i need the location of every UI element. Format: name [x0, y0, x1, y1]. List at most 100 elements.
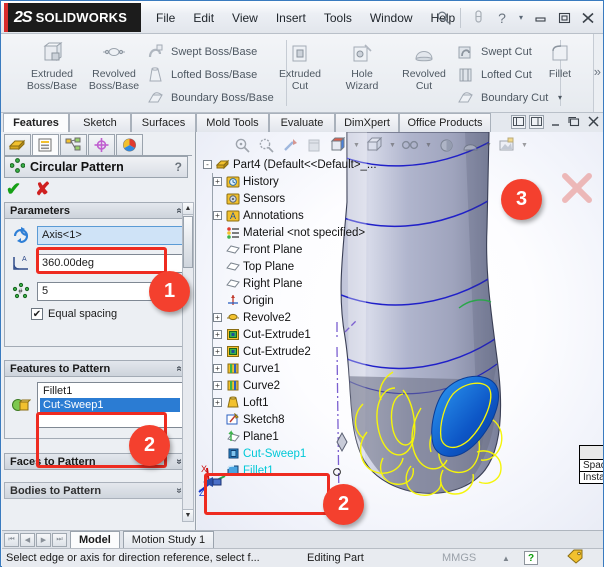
list-item[interactable]: Fillet1 — [40, 384, 180, 398]
section-view-icon[interactable] — [303, 135, 325, 155]
tree-root-node[interactable]: - Part4 (Default<<Default>_... — [203, 156, 418, 173]
instances-field[interactable]: 5 — [37, 281, 165, 301]
extruded-cut-button[interactable]: Extruded Cut — [269, 36, 331, 92]
doc-close-button[interactable] — [585, 114, 601, 129]
zoom-to-area-icon[interactable] — [255, 135, 277, 155]
tree-node-origin[interactable]: Origin — [213, 292, 418, 309]
expander-icon[interactable]: + — [213, 347, 222, 356]
feature-manager-tab[interactable] — [4, 134, 31, 156]
pin-icon[interactable] — [467, 7, 489, 29]
extruded-boss-base-button[interactable]: Extruded Boss/Base — [21, 36, 83, 92]
display-manager-tab[interactable] — [116, 134, 143, 156]
tab-motion-study-1[interactable]: Motion Study 1 — [122, 531, 215, 548]
view-settings-icon[interactable] — [495, 135, 517, 155]
close-button[interactable] — [577, 8, 599, 28]
tag-icon[interactable] — [567, 549, 584, 567]
split-vertical-icon[interactable] — [529, 114, 544, 129]
apply-scene-icon[interactable] — [459, 135, 481, 155]
tree-node-cut-extrude2[interactable]: + Cut-Extrude2 — [213, 343, 418, 360]
tree-node-curve1[interactable]: + Curve1 — [213, 360, 418, 377]
tab-model[interactable]: Model — [70, 531, 120, 548]
swept-boss-base-button[interactable]: Swept Boss/Base — [145, 42, 280, 62]
scrollbar-thumb[interactable] — [183, 216, 193, 268]
fillet-dropdown-chevron[interactable]: ▾ — [537, 92, 583, 104]
list-item[interactable]: Cut-Sweep1 — [40, 398, 180, 412]
ribbon-overflow-button[interactable]: » — [594, 64, 601, 79]
edit-appearance-icon[interactable] — [435, 135, 457, 155]
expander-icon[interactable]: + — [213, 330, 222, 339]
ok-button[interactable]: ✔ — [6, 180, 21, 198]
lofted-boss-base-button[interactable]: Lofted Boss/Base — [145, 65, 280, 85]
search-magnifier-icon[interactable] — [432, 7, 454, 29]
features-to-pattern-listbox[interactable]: Fillet1 Cut-Sweep1 — [37, 382, 183, 428]
doc-restore-button[interactable] — [566, 114, 582, 129]
tree-node-top-plane[interactable]: Top Plane — [213, 258, 418, 275]
tree-node-plane1[interactable]: Plane1 — [213, 428, 418, 445]
prev-tab-button[interactable]: ◀ — [20, 532, 35, 547]
restore-button[interactable] — [553, 8, 575, 28]
expander-icon[interactable]: - — [203, 160, 212, 169]
tree-node-sensors[interactable]: Sensors — [213, 190, 418, 207]
next-tab-button[interactable]: ▶ — [36, 532, 51, 547]
last-tab-button[interactable]: ⏭ — [52, 532, 67, 547]
property-manager-tab[interactable] — [32, 134, 59, 156]
angle-field[interactable]: 360.00deg — [37, 253, 183, 273]
chevron-down-icon[interactable]: ▾ — [515, 7, 527, 29]
tree-node-revolve2[interactable]: + Revolve2 — [213, 309, 418, 326]
bodies-to-pattern-header[interactable]: Bodies to Pattern » — [4, 482, 188, 499]
expander-icon[interactable]: + — [213, 381, 222, 390]
help-question-icon[interactable]: ? — [491, 7, 513, 29]
tree-node-curve2[interactable]: + Curve2 — [213, 377, 418, 394]
tab-dimxpert[interactable]: DimXpert — [335, 113, 399, 132]
tab-office-products[interactable]: Office Products — [399, 113, 491, 132]
menu-window[interactable]: Window — [361, 7, 422, 29]
tree-node-front-plane[interactable]: Front Plane — [213, 241, 418, 258]
fillet-button[interactable]: Fillet ▾ — [537, 36, 583, 104]
revolved-cut-button[interactable]: Revolved Cut — [393, 36, 455, 92]
units-caret-icon[interactable]: ▲ — [502, 554, 510, 563]
minimize-button[interactable] — [529, 8, 551, 28]
split-horizontal-icon[interactable] — [511, 114, 526, 129]
status-units[interactable]: MMGS — [442, 552, 476, 564]
tree-node-sketch8[interactable]: Sketch8 — [213, 411, 418, 428]
first-tab-button[interactable]: ⏮ — [4, 532, 19, 547]
dimxpert-manager-tab[interactable] — [88, 134, 115, 156]
boundary-boss-base-button[interactable]: Boundary Boss/Base — [145, 88, 280, 108]
scroll-up-icon[interactable]: ▲ — [183, 203, 193, 215]
tree-node-loft1[interactable]: + Loft1 — [213, 394, 418, 411]
chevron-down-icon-5[interactable]: ▼ — [519, 135, 529, 155]
expander-icon[interactable]: + — [213, 364, 222, 373]
menu-file[interactable]: File — [147, 7, 184, 29]
tree-node-history[interactable]: + History — [213, 173, 418, 190]
configuration-manager-tab[interactable] — [60, 134, 87, 156]
expander-icon[interactable]: + — [213, 398, 222, 407]
menu-insert[interactable]: Insert — [267, 7, 315, 29]
previous-view-icon[interactable] — [279, 135, 301, 155]
parameters-section-header[interactable]: Parameters « — [4, 202, 188, 219]
menu-view[interactable]: View — [223, 7, 267, 29]
graphics-area[interactable]: X Z ▼ ▼ ▼ ▼ ▼ - Part4 (Default<<Default>… — [197, 132, 603, 530]
zoom-to-fit-icon[interactable] — [231, 135, 253, 155]
tab-mold-tools[interactable]: Mold Tools — [196, 113, 269, 132]
hide-show-items-icon[interactable] — [399, 135, 421, 155]
revolved-boss-base-button[interactable]: Revolved Boss/Base — [83, 36, 145, 92]
chevron-down-icon-2[interactable]: ▼ — [387, 135, 397, 155]
view-orientation-icon[interactable] — [327, 135, 349, 155]
help-icon[interactable]: ? — [175, 160, 182, 174]
hole-wizard-button[interactable]: Hole Wizard — [331, 36, 393, 92]
doc-minimize-button[interactable] — [547, 114, 563, 129]
tree-node-right-plane[interactable]: Right Plane — [213, 275, 418, 292]
menu-edit[interactable]: Edit — [184, 7, 223, 29]
chevron-down-icon[interactable]: ▼ — [351, 135, 361, 155]
expander-icon[interactable]: + — [213, 211, 222, 220]
equal-spacing-row[interactable]: ✔ Equal spacing — [9, 308, 183, 320]
cancel-button[interactable]: ✘ — [35, 180, 50, 198]
tree-node-cut-extrude1[interactable]: + Cut-Extrude1 — [213, 326, 418, 343]
tab-features[interactable]: Features — [3, 113, 69, 132]
tree-node-cut-sweep1[interactable]: Cut-Sweep1 — [213, 445, 418, 462]
tree-node-annotations[interactable]: + A Annotations — [213, 207, 418, 224]
scroll-down-icon[interactable]: ▼ — [183, 509, 193, 521]
expander-icon[interactable]: + — [213, 313, 222, 322]
property-manager-scrollbar[interactable]: ▲ ▼ — [182, 202, 194, 522]
tab-evaluate[interactable]: Evaluate — [269, 113, 335, 132]
